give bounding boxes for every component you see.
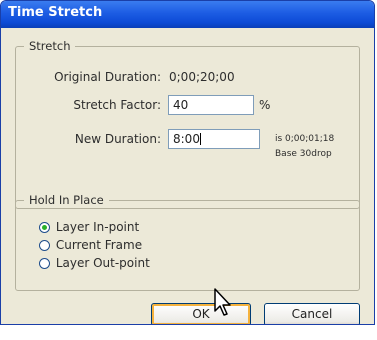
stretch-group-title: Stretch: [29, 39, 71, 53]
radio-layer-in-point[interactable]: Layer In-point: [39, 220, 139, 234]
hold-in-place-title: Hold In Place: [29, 193, 104, 207]
new-duration-input[interactable]: 8:00: [168, 129, 260, 149]
radio-current-frame[interactable]: Current Frame: [39, 238, 142, 252]
radio-layer-out-point-label: Layer Out-point: [55, 256, 150, 270]
radio-unselected-icon[interactable]: [39, 258, 50, 269]
stretch-factor-input[interactable]: 40: [168, 95, 254, 115]
dialog-title: Time Stretch: [8, 5, 103, 20]
timebase-label: Base 30drop: [275, 149, 332, 159]
radio-layer-out-point[interactable]: Layer Out-point: [39, 256, 150, 270]
dialog-body: Stretch Original Duration: 0;00;20;00 St…: [1, 28, 374, 324]
new-duration-value: 8:00: [173, 132, 200, 146]
time-stretch-dialog: Time Stretch Stretch Original Duration: …: [0, 0, 375, 325]
radio-unselected-icon[interactable]: [39, 240, 50, 251]
radio-selected-icon[interactable]: [39, 222, 50, 233]
cancel-button[interactable]: Cancel: [264, 303, 360, 324]
radio-current-frame-label: Current Frame: [55, 238, 143, 252]
stretch-group: Stretch: [15, 39, 360, 209]
new-duration-equivalent: is 0;00;01;18: [275, 134, 335, 144]
mouse-pointer-icon: [214, 288, 231, 316]
original-duration-label: Original Duration:: [54, 70, 161, 84]
new-duration-label: New Duration:: [74, 132, 161, 146]
radio-layer-in-point-label: Layer In-point: [55, 220, 140, 234]
ok-button-label: OK: [192, 307, 210, 321]
dialog-titlebar[interactable]: Time Stretch: [1, 1, 374, 28]
original-duration-value: 0;00;20;00: [169, 70, 235, 84]
stretch-factor-label: Stretch Factor:: [73, 98, 161, 112]
text-caret: [199, 133, 201, 145]
stretch-factor-value: 40: [173, 98, 189, 112]
stretch-factor-unit: %: [259, 98, 271, 112]
cancel-button-label: Cancel: [291, 307, 333, 321]
